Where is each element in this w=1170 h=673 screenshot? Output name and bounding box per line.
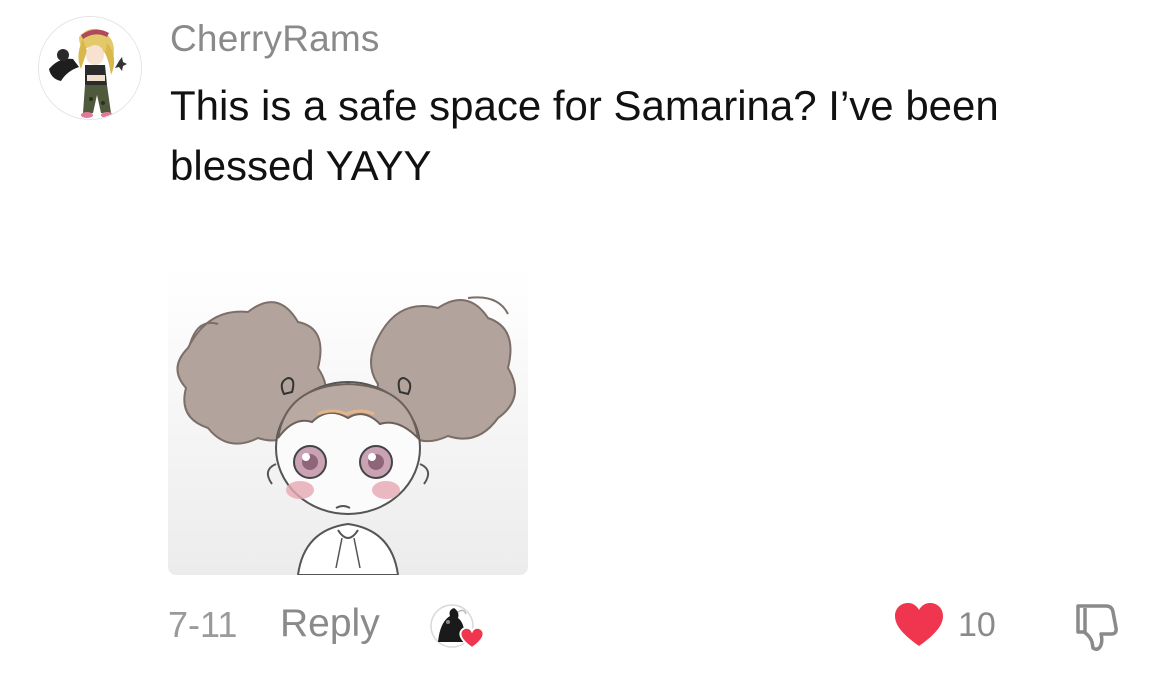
like-button[interactable]	[892, 598, 946, 652]
like-count: 10	[958, 606, 996, 644]
comment-username[interactable]: CherryRams	[170, 18, 380, 60]
creator-liked-badge	[430, 602, 488, 652]
thumbs-down-icon	[1076, 604, 1118, 652]
avatar-illustration	[39, 17, 141, 119]
comment-item: CherryRams This is a safe space for Sama…	[0, 0, 1170, 673]
reply-button[interactable]: Reply	[280, 602, 380, 646]
comment-date: 7-11	[168, 604, 238, 645]
creator-avatar-with-heart-icon	[430, 604, 485, 650]
dislike-button[interactable]	[1068, 598, 1124, 654]
heart-icon	[895, 603, 943, 646]
sketch-girl-pigtails-image	[168, 268, 528, 575]
user-avatar[interactable]	[38, 16, 142, 120]
comment-text: This is a safe space for Samarina? I’ve …	[170, 82, 999, 189]
comment-attached-image[interactable]	[168, 268, 528, 575]
